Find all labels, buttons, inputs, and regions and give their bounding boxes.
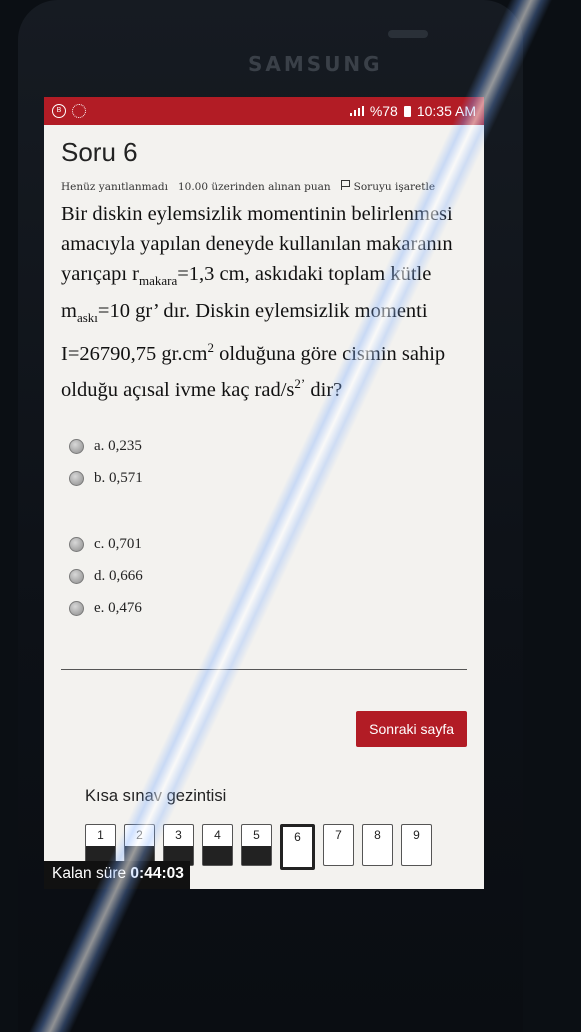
question-title: Soru 6 [61, 137, 138, 167]
subscript: askı [76, 310, 98, 326]
flag-icon [340, 180, 351, 190]
option-d[interactable]: d. 0,666 [69, 561, 467, 593]
next-page-button[interactable]: Sonraki sayfa [356, 710, 467, 747]
radio-button[interactable] [69, 569, 84, 585]
question-text: Bir diskin eylemsizlik momentinin belirl… [61, 199, 467, 405]
option-a[interactable]: a. 0,235 [69, 431, 467, 463]
timer-label: Kalan süre [52, 865, 127, 882]
quiz-nav-item[interactable]: 4 [202, 823, 233, 866]
next-button-wrap: Sonraki sayfa [61, 710, 467, 747]
radio-button[interactable] [69, 601, 84, 617]
quiz-nav-number: 6 [294, 829, 301, 844]
option-c[interactable]: c. 0,701 [69, 529, 467, 561]
quiz-nav-title: Kısa sınav gezintisi [85, 786, 227, 805]
quiz-nav-number: 9 [413, 827, 420, 842]
notification-icon: B [52, 104, 66, 118]
radio-button[interactable] [69, 471, 84, 487]
speaker-grille [388, 30, 428, 38]
timer-value: 0:44:03 [130, 865, 184, 882]
question-content: Soru 6 Henüz yanıtlanmadı 10.00 üzerinde… [44, 125, 484, 870]
option-e[interactable]: e. 0,476 [69, 593, 467, 625]
question-points: 10.00 üzerinden alınan puan [177, 180, 331, 193]
option-label: e. 0,476 [94, 600, 142, 617]
time-remaining: Kalan süre 0:44:03 [44, 861, 190, 889]
quiz-nav-number: 7 [335, 827, 342, 842]
question-meta: Henüz yanıtlanmadı 10.00 üzerinden alına… [61, 180, 467, 193]
flag-question-link[interactable]: Soruyu işaretle [340, 180, 436, 193]
option-label: a. 0,235 [94, 438, 142, 455]
screen: B %78 10:35 AM Soru 6 Henüz yanıtlanmadı… [44, 97, 484, 889]
option-label: c. 0,701 [94, 536, 142, 553]
quiz-nav-number: 4 [214, 827, 221, 842]
quiz-nav-number: 8 [374, 827, 381, 842]
option-b[interactable]: b. 0,571 [69, 463, 467, 495]
quiz-nav-item-current[interactable]: 6 [280, 823, 315, 870]
settings-icon [72, 104, 86, 118]
quiz-nav-item[interactable]: 7 [323, 823, 354, 866]
phone-frame: SAMSUNG B %78 10:35 AM Soru 6 Henüz yanı… [18, 0, 523, 1032]
subscript: makara [138, 273, 178, 289]
radio-button[interactable] [69, 439, 84, 455]
battery-icon [403, 105, 411, 117]
quiz-nav-number: 1 [97, 827, 104, 842]
answer-options: a. 0,235 b. 0,571 c. 0,701 d. 0,666 e. 0… [61, 431, 467, 625]
quiz-nav-item[interactable]: 3 [163, 823, 194, 866]
option-label: b. 0,571 [94, 470, 143, 487]
quiz-nav-item[interactable]: 5 [241, 823, 272, 866]
quiz-nav-number: 5 [253, 827, 260, 842]
superscript: 2’ [294, 376, 306, 392]
clock: 10:35 AM [416, 103, 476, 119]
quiz-nav-item[interactable]: 2 [124, 823, 155, 866]
question-text-part: dir? [305, 378, 343, 401]
quiz-nav-item[interactable]: 9 [401, 823, 432, 866]
answer-status: Henüz yanıtlanmadı [61, 180, 168, 193]
quiz-nav-item[interactable]: 8 [362, 823, 393, 866]
option-label: d. 0,666 [94, 568, 143, 585]
quiz-nav-item[interactable]: 1 [85, 823, 116, 866]
quiz-nav-number: 3 [175, 827, 182, 842]
signal-icon [349, 106, 364, 116]
divider [61, 668, 467, 670]
status-bar: B %78 10:35 AM [44, 97, 484, 125]
brand-logo: SAMSUNG [248, 52, 383, 76]
quiz-nav-number: 2 [136, 827, 143, 842]
battery-level: %78 [369, 103, 398, 119]
flag-label: Soruyu işaretle [353, 181, 436, 193]
radio-button[interactable] [69, 537, 84, 553]
